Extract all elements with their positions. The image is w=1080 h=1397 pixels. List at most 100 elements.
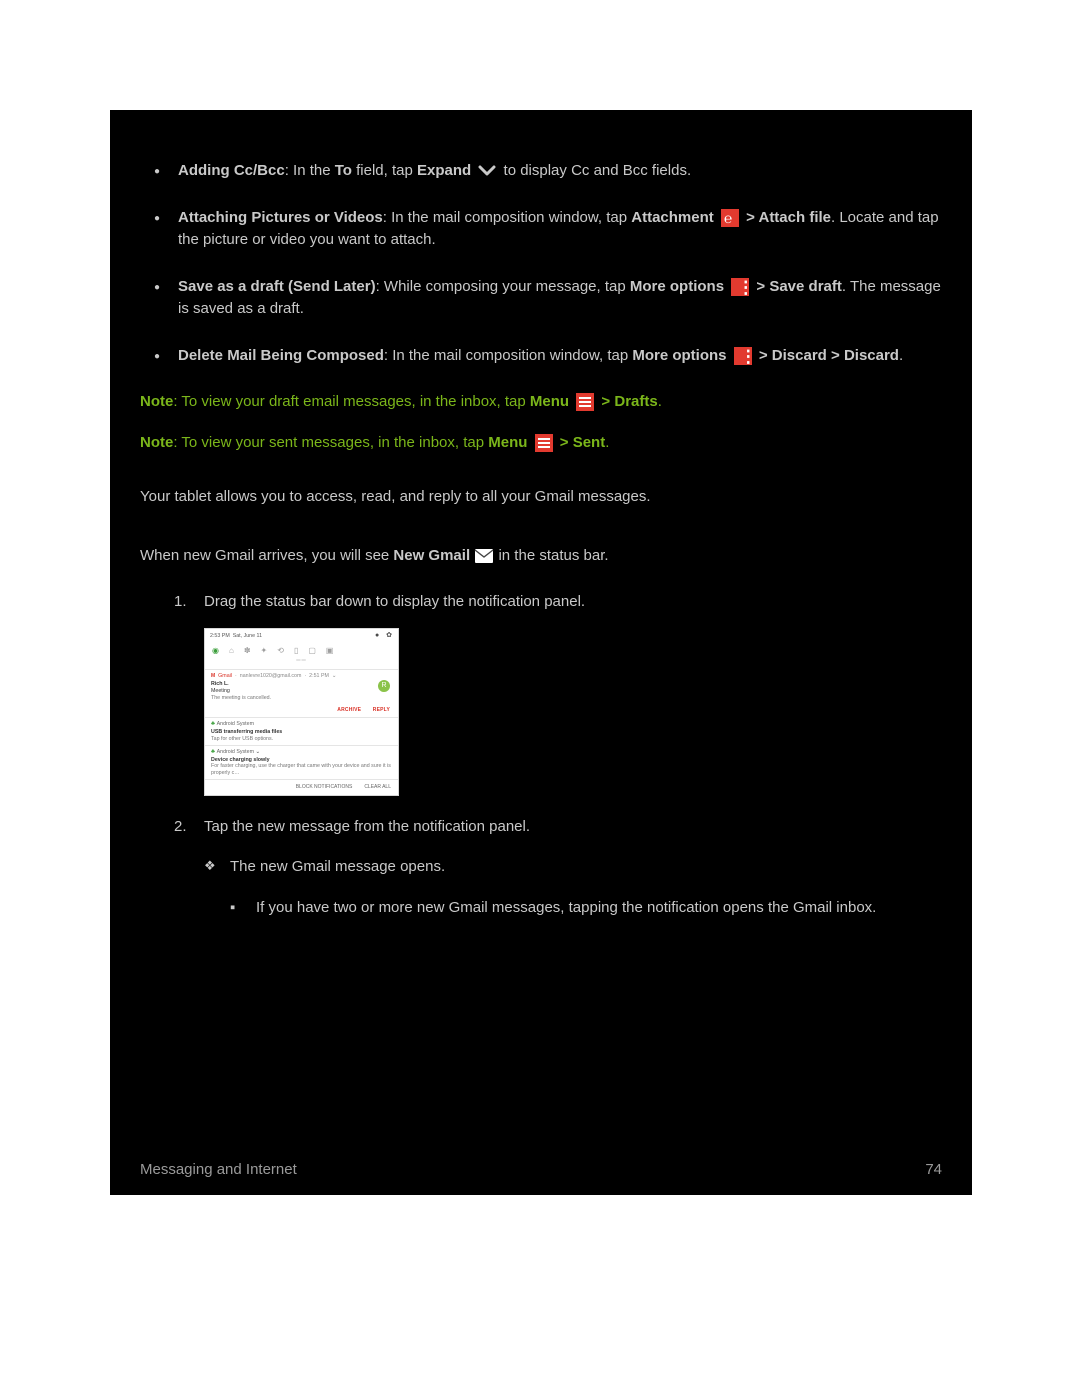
note-drafts: Note: To view your draft email messages,… [140,391,942,414]
discard-label: Discard [844,347,899,364]
gt: > [827,347,844,364]
text: . [899,347,903,364]
footer-page-number: 74 [925,1159,942,1182]
dnd-icon: ✽ [244,646,251,656]
status-icons: ● ✿ [375,632,393,641]
usb-body: Tap for other USB options. [211,736,392,743]
more-options-label: More options [630,278,724,295]
gmail-sender: Rich L. [211,681,392,688]
text: to display Cc and Bcc fields. [504,162,692,179]
menu-label: Menu [488,434,527,451]
bullet-list: Adding Cc/Bcc: In the To field, tap Expa… [140,160,942,367]
charging-title: Device charging slowly [211,757,392,764]
location-icon: ▣ [326,646,334,656]
text: : In the [285,162,335,179]
chevron-down-icon: ⌄ [254,749,260,755]
steps-list: Drag the status bar down to display the … [140,591,942,919]
status-bar: 2:53 PM Sat, June 11 ● ✿ [205,629,398,644]
charging-notification: ♣ Android System ⌄ Device charging slowl… [205,746,398,779]
more-options-label: More options [632,347,726,364]
attachment-icon [721,209,739,227]
clear-all: CLEAR ALL [364,784,391,790]
gt: > [755,347,772,364]
gmail-body: The meeting is cancelled. [211,695,392,702]
gmail-source: Gmail [218,673,232,680]
more-options-icon [731,278,749,296]
archive-action: ARCHIVE [337,707,361,713]
notification-panel-screenshot: 2:53 PM Sat, June 11 ● ✿ ◉ ⌂ ✽ ✦ ⟲ ▯ ▢ ▣… [204,628,399,796]
sub-sub-item: If you have two or more new Gmail messag… [256,897,942,920]
text: : To view your sent messages, in the inb… [173,434,488,451]
to-field: To [335,162,352,179]
mail-icon [474,548,494,564]
gmail-subject: Meeting [211,688,392,695]
battery-icon: ▯ [294,646,298,656]
avatar: R [378,680,390,692]
sub-list: The new Gmail message opens. If you have… [204,856,942,919]
sub-item: The new Gmail message opens. If you have… [230,856,942,919]
text: When new Gmail arrives, you will see [140,547,393,564]
time: 2:53 PM [210,633,230,639]
note-label: Note [140,434,173,451]
block-notifications: BLOCK NOTIFICATIONS [296,784,353,790]
gt: > [556,434,573,451]
text: : While composing your message, tap [376,278,630,295]
chevron-down-icon: ⌄ [332,673,336,680]
footer-section: Messaging and Internet [140,1159,297,1182]
intro-text: Your tablet allows you to access, read, … [140,486,942,509]
gmail-time: 2:51 PM [309,673,329,680]
text: : In the mail composition window, tap [384,347,632,364]
discard-label: Discard [772,347,827,364]
text: field, tap [352,162,417,179]
text: . [605,434,609,451]
step-1: Drag the status bar down to display the … [204,591,942,796]
step-text: Drag the status bar down to display the … [204,593,585,610]
drag-handle-icon: ══ [205,658,398,669]
quick-settings-row: ◉ ⌂ ✽ ✦ ⟲ ▯ ▢ ▣ [205,643,398,658]
airplane-icon: ▢ [308,646,316,656]
label: Attaching Pictures or Videos [178,209,383,226]
expand-icon [478,164,496,178]
gt: > [597,393,614,410]
gmail-account: nanlevre1020@gmail.com [240,673,302,680]
notification-footer: BLOCK NOTIFICATIONS CLEAR ALL [205,780,398,794]
menu-icon [576,393,594,411]
text: in the status bar. [498,547,608,564]
more-options-icon [734,347,752,365]
attach-file-label: Attach file [758,209,831,226]
rotate-icon: ⟲ [277,646,284,656]
step-2: Tap the new message from the notificatio… [204,816,942,920]
charging-body: For faster charging, use the charger tha… [211,763,392,776]
bullet-cc-bcc: Adding Cc/Bcc: In the To field, tap Expa… [178,160,942,183]
label: Delete Mail Being Composed [178,347,384,364]
bullet-delete: Delete Mail Being Composed: In the mail … [178,345,942,368]
sent-label: Sent [573,434,606,451]
text: . [658,393,662,410]
expand-label: Expand [417,162,471,179]
document-page: Adding Cc/Bcc: In the To field, tap Expa… [110,110,972,1195]
bullet-attach: Attaching Pictures or Videos: In the mai… [178,207,942,252]
menu-icon [535,434,553,452]
bluetooth-icon: ⌂ [229,646,234,656]
wifi-icon: ◉ [212,646,219,656]
drafts-label: Drafts [614,393,657,410]
text: : In the mail composition window, tap [383,209,631,226]
usb-title: USB transferring media files [211,729,392,736]
usb-notification: ♣ Android System USB transferring media … [205,718,398,745]
text: The new Gmail message opens. [230,858,445,875]
flashlight-icon: ✦ [261,646,268,656]
reply-action: REPLY [373,707,390,713]
sub-sub-list: If you have two or more new Gmail messag… [230,897,942,920]
new-gmail-label: New Gmail [393,547,470,564]
gmail-actions: ARCHIVE REPLY [205,704,398,717]
note-sent: Note: To view your sent messages, in the… [140,432,942,455]
note-label: Note [140,393,173,410]
label: Adding Cc/Bcc [178,162,285,179]
step-text: Tap the new message from the notificatio… [204,818,530,835]
gt: > [752,278,769,295]
gmail-icon: M [211,673,215,679]
save-draft-label: Save draft [769,278,842,295]
source: Android System [217,721,254,727]
text: : To view your draft email messages, in … [173,393,530,410]
gmail-notification: M Gmail · nanlevre1020@gmail.com · 2:51 … [205,670,398,704]
